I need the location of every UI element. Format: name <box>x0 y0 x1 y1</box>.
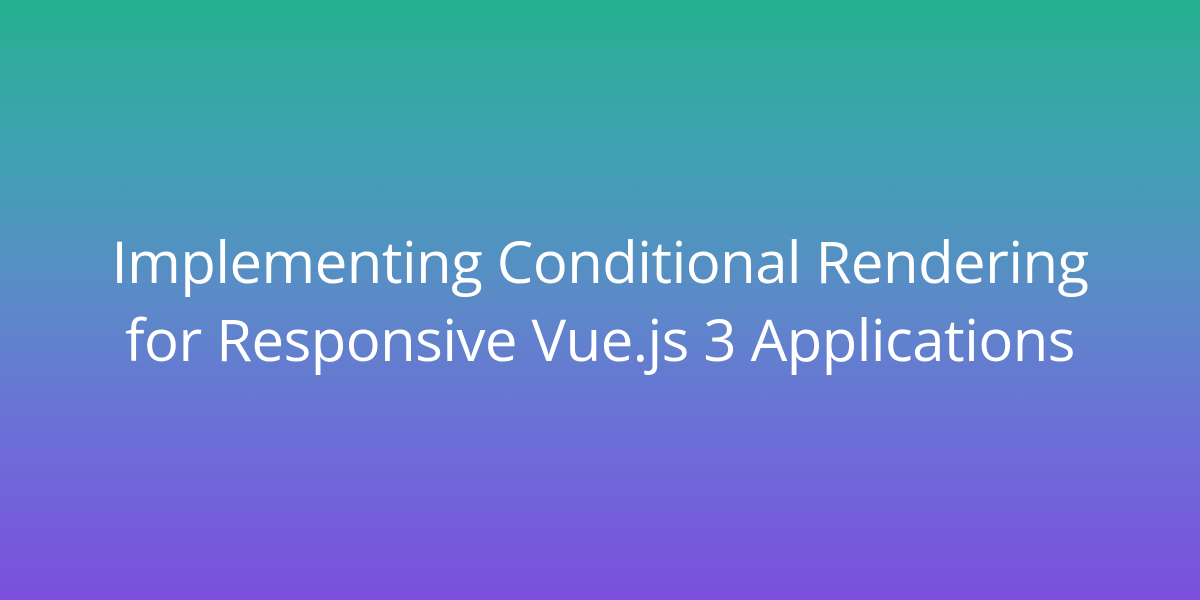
page-title: Implementing Conditional Rendering for R… <box>80 222 1120 379</box>
hero-banner: Implementing Conditional Rendering for R… <box>0 0 1200 600</box>
